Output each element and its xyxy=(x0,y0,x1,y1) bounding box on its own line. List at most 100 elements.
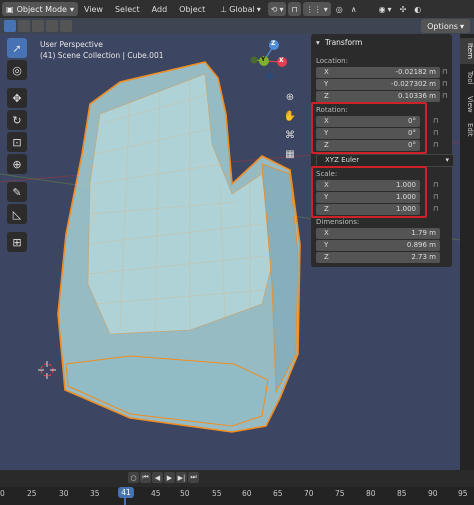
lock-icon[interactable]: ⊓ xyxy=(433,181,441,189)
jump-end-button[interactable]: ⏭ xyxy=(188,472,199,483)
selection-mode-group xyxy=(4,20,72,32)
location-y-field[interactable]: Y -0.027302 m xyxy=(316,79,440,90)
record-icon: ○ xyxy=(130,473,137,482)
orientation-dropdown[interactable]: ⊥ Global ▾ xyxy=(217,2,264,16)
axis-label: Z xyxy=(324,205,329,213)
field-value: 0° xyxy=(408,129,416,137)
overlays-toggle[interactable]: ◐ xyxy=(411,2,424,16)
scale-x-field[interactable]: X 1.000 xyxy=(316,180,420,191)
axis-label: Y xyxy=(324,80,329,88)
visibility-dropdown[interactable]: ◉ ▾ xyxy=(376,2,395,16)
select-intersect-icon[interactable] xyxy=(60,20,72,32)
dimensions-label: Dimensions: xyxy=(316,218,360,226)
perspective-label: User Perspective xyxy=(40,40,103,49)
axis-label: Z xyxy=(324,141,329,149)
axis-label: Y xyxy=(324,129,329,137)
frame-tick: 80 xyxy=(366,489,376,498)
menu-object[interactable]: Object xyxy=(173,5,211,14)
menu-add[interactable]: Add xyxy=(146,5,174,14)
frame-tick: 25 xyxy=(27,489,37,498)
frame-tick: 65 xyxy=(273,489,283,498)
move-tool[interactable]: ✥ xyxy=(7,88,27,108)
select-extend-icon[interactable] xyxy=(18,20,30,32)
camera-view-button[interactable]: ⌘ xyxy=(282,127,298,143)
frame-tick: 90 xyxy=(428,489,438,498)
options-label: Options xyxy=(427,21,458,31)
perspective-toggle-button[interactable]: ▦ xyxy=(282,146,298,162)
chevron-down-icon: ▾ xyxy=(69,4,74,14)
frame-tick: 85 xyxy=(397,489,407,498)
field-value: 1.000 xyxy=(395,193,416,201)
lock-icon[interactable]: ⊓ xyxy=(442,68,450,76)
play-button[interactable]: ▶ xyxy=(164,472,175,483)
chevron-down-icon: ▾ xyxy=(387,4,392,14)
pan-button[interactable]: ✋ xyxy=(282,108,298,124)
add-cube-tool[interactable]: ⊞ xyxy=(7,232,27,252)
location-z-field[interactable]: Z 0.10336 m xyxy=(316,91,440,102)
annotate-tool[interactable]: ✎ xyxy=(7,182,27,202)
gizmo-icon: ✣ xyxy=(399,4,407,14)
lock-icon[interactable]: ⊓ xyxy=(433,117,441,125)
scale-tool[interactable]: ⊡ xyxy=(7,132,27,152)
cursor-tool[interactable]: ◎ xyxy=(7,60,27,80)
select-new-icon[interactable] xyxy=(4,20,16,32)
jump-start-button[interactable]: ⏮ xyxy=(140,472,151,483)
dimensions-z-field[interactable]: Z 2.73 m xyxy=(316,252,440,263)
mode-dropdown[interactable]: ▣ Object Mode ▾ xyxy=(2,2,78,16)
proportional-edit-toggle[interactable]: ◎ xyxy=(333,2,346,16)
gizmo-y-label[interactable]: Y xyxy=(261,56,265,63)
select-subtract-icon[interactable] xyxy=(32,20,44,32)
menu-view[interactable]: View xyxy=(78,5,109,14)
axis-label: X xyxy=(324,181,329,189)
eye-icon: ◉ xyxy=(378,4,386,14)
select-invert-icon[interactable] xyxy=(46,20,58,32)
gizmo-z-label[interactable]: Z xyxy=(271,40,275,47)
tab-tool[interactable]: Tool xyxy=(460,66,474,90)
pivot-dropdown[interactable]: ⟲ ▾ xyxy=(267,2,287,16)
play-reverse-button[interactable]: ◀ xyxy=(152,472,163,483)
dimensions-x-field[interactable]: X 1.79 m xyxy=(316,228,440,239)
sidebar-tabs: Item Tool View Edit xyxy=(460,34,474,470)
current-frame-indicator[interactable]: 41 xyxy=(118,487,134,498)
snap-toggle[interactable]: ⊓ xyxy=(288,2,301,16)
rotation-y-field[interactable]: Y 0° xyxy=(316,128,420,139)
measure-tool[interactable]: ◺ xyxy=(7,204,27,224)
select-box-tool[interactable]: ➚ xyxy=(7,38,27,58)
frame-tick: 55 xyxy=(212,489,222,498)
menu-select[interactable]: Select xyxy=(109,5,146,14)
location-x-field[interactable]: X -0.02182 m xyxy=(316,67,440,78)
dimensions-y-field[interactable]: Y 0.896 m xyxy=(316,240,440,251)
transform-tool[interactable]: ⊕ xyxy=(7,154,27,174)
gizmo-toggle[interactable]: ✣ xyxy=(397,2,410,16)
panel-collapse-icon[interactable]: ▾ xyxy=(316,38,320,47)
field-value: 0.10336 m xyxy=(398,92,436,100)
chevron-down-icon: ▾ xyxy=(459,21,464,31)
lock-icon[interactable]: ⊓ xyxy=(442,80,450,88)
lock-icon[interactable]: ⊓ xyxy=(433,129,441,137)
snap-target-dropdown[interactable]: ⋮⋮ ▾ xyxy=(302,2,331,16)
gizmo-x-label[interactable]: X xyxy=(279,57,284,64)
record-button[interactable]: ○ xyxy=(128,472,139,483)
falloff-dropdown[interactable]: ∧ xyxy=(348,2,360,16)
zoom-button[interactable]: ⊕ xyxy=(282,89,298,105)
options-button[interactable]: Options ▾ xyxy=(421,19,470,33)
rotation-x-field[interactable]: X 0° xyxy=(316,116,420,127)
axis-label: Y xyxy=(324,241,329,249)
jump-keyframe-button[interactable]: ▶| xyxy=(176,472,187,483)
lock-icon[interactable]: ⊓ xyxy=(433,193,441,201)
magnet-icon: ⊓ xyxy=(291,4,298,14)
frame-tick: 70 xyxy=(304,489,314,498)
frame-tick: 50 xyxy=(180,489,190,498)
lock-icon[interactable]: ⊓ xyxy=(433,141,441,149)
navigation-controls: ⊕ ✋ ⌘ ▦ xyxy=(282,89,298,162)
lock-icon[interactable]: ⊓ xyxy=(442,92,450,100)
tab-edit[interactable]: Edit xyxy=(460,118,474,142)
tab-view[interactable]: View xyxy=(460,92,474,116)
rotate-tool[interactable]: ↻ xyxy=(7,110,27,130)
scale-y-field[interactable]: Y 1.000 xyxy=(316,192,420,203)
rotation-z-field[interactable]: Z 0° xyxy=(316,140,420,151)
scale-z-field[interactable]: Z 1.000 xyxy=(316,204,420,215)
lock-icon[interactable]: ⊓ xyxy=(433,205,441,213)
tab-item[interactable]: Item xyxy=(460,38,474,64)
transform-panel: ▾ Transform Location: X -0.02182 m Y -0.02… xyxy=(311,34,454,267)
